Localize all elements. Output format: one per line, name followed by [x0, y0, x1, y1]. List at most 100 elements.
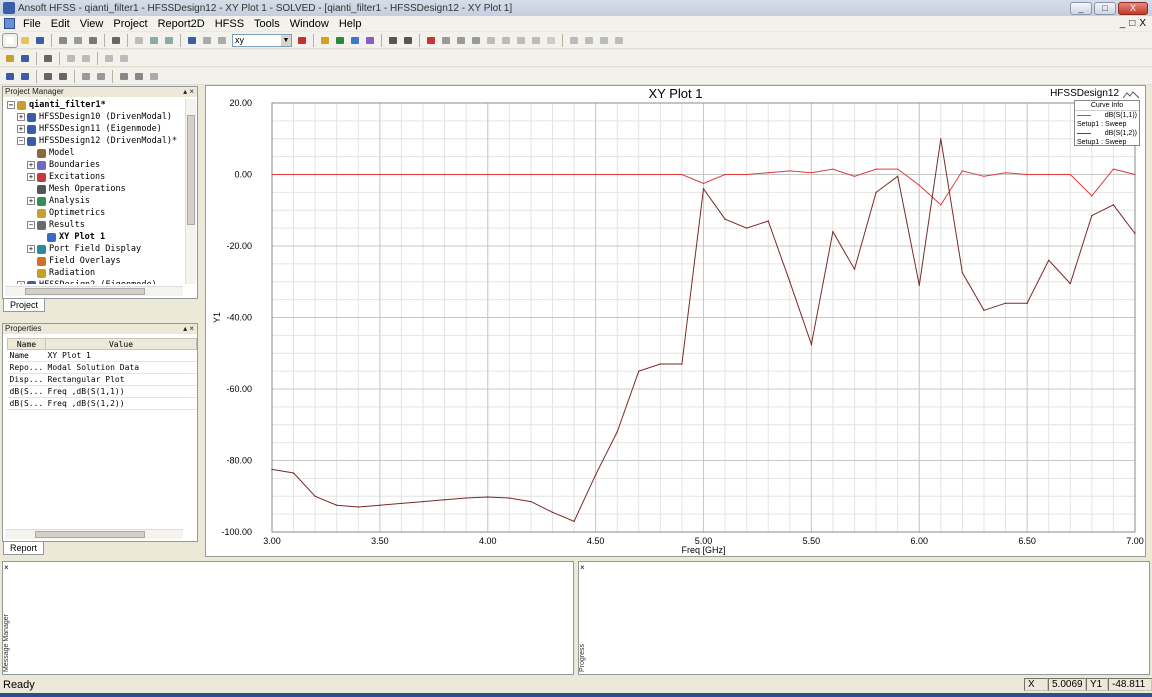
data-point[interactable]	[918, 184, 921, 187]
marker-icon[interactable]	[424, 34, 438, 47]
menu-window[interactable]: Window	[286, 18, 335, 30]
units-icon[interactable]	[295, 34, 309, 47]
property-row[interactable]: dB(S... Freq ,dB(S(1,1))	[7, 385, 197, 398]
tree-item[interactable]: Mesh Operations	[7, 183, 183, 195]
menu-edit[interactable]: Edit	[47, 18, 76, 30]
results-icon[interactable]	[348, 34, 362, 47]
model-view4-icon[interactable]	[117, 52, 131, 65]
data-point[interactable]	[681, 173, 683, 176]
new-icon[interactable]	[2, 32, 18, 48]
save-icon[interactable]	[33, 34, 47, 47]
report2-icon[interactable]	[401, 34, 415, 47]
data-point[interactable]	[1047, 259, 1050, 262]
data-point[interactable]	[465, 497, 467, 499]
xy-plot-window[interactable]: 3.00 3.50 4.00 4.50 5.00 5.50 6.00 6.50 7.00 20.0…	[205, 85, 1146, 557]
data-point[interactable]	[875, 168, 877, 170]
data-point[interactable]	[659, 363, 662, 365]
data-point[interactable]	[702, 188, 705, 190]
model-view3-icon[interactable]	[102, 52, 116, 65]
data-point[interactable]	[745, 227, 748, 229]
tree-item[interactable]: − Results	[7, 219, 183, 231]
close-icon[interactable]: ×	[580, 563, 585, 572]
expand-icon[interactable]: +	[27, 161, 35, 169]
model-view2-icon[interactable]	[79, 52, 93, 65]
field-icon[interactable]	[363, 34, 377, 47]
data-point[interactable]	[832, 230, 834, 233]
tree-item[interactable]: Model	[7, 147, 183, 159]
trace4-icon[interactable]	[484, 34, 498, 47]
expand-icon[interactable]: +	[17, 281, 25, 284]
copy-icon[interactable]	[71, 34, 85, 47]
data-point[interactable]	[551, 511, 554, 514]
data-point[interactable]	[486, 496, 489, 498]
collapse-icon[interactable]: −	[27, 221, 35, 229]
tree-item[interactable]: − qianti_filter1*	[7, 99, 183, 111]
data-point[interactable]	[1091, 214, 1093, 217]
chevron-down-icon[interactable]: ▼	[281, 34, 291, 46]
data-point[interactable]	[810, 171, 813, 174]
collapse-icon[interactable]: −	[7, 101, 15, 109]
menu-report2d[interactable]: Report2D	[154, 18, 211, 30]
wizard-icon[interactable]	[3, 52, 17, 65]
cut-icon[interactable]	[56, 34, 70, 47]
data-point[interactable]	[292, 472, 295, 474]
undo-icon[interactable]	[147, 34, 161, 47]
tree-item[interactable]: + Port Field Display	[7, 243, 183, 255]
data-point[interactable]	[767, 220, 770, 222]
menu-hfss[interactable]: HFSS	[211, 18, 250, 30]
data-point[interactable]	[983, 309, 985, 312]
property-row[interactable]: dB(S... Freq ,dB(S(1,2))	[7, 397, 197, 410]
prev-icon[interactable]	[582, 34, 596, 47]
data-point[interactable]	[853, 268, 856, 271]
data-point[interactable]	[1026, 302, 1028, 304]
property-value[interactable]: Rectangular Plot	[45, 373, 197, 386]
close-icon[interactable]: ×	[4, 563, 9, 572]
menu-project[interactable]: Project	[109, 18, 153, 30]
data-point[interactable]	[832, 168, 834, 170]
doc-restore-button[interactable]: □	[1129, 18, 1135, 29]
tree-item[interactable]: − HFSSDesign12 (DrivenModal)*	[7, 135, 183, 147]
data-point[interactable]	[271, 468, 273, 471]
expand-icon[interactable]: +	[17, 125, 25, 133]
fit-selected-icon[interactable]	[94, 70, 108, 83]
tree-item[interactable]: Optimetrics	[7, 207, 183, 219]
selection-mode-combo[interactable]: xy ▼	[232, 33, 292, 47]
data-point[interactable]	[940, 204, 942, 206]
help-icon[interactable]	[18, 52, 32, 65]
data-point[interactable]	[702, 182, 705, 185]
data-point[interactable]	[681, 363, 683, 365]
data-point[interactable]	[573, 520, 575, 523]
column-header-value[interactable]: Value	[45, 338, 197, 350]
select-icon[interactable]	[185, 34, 199, 47]
data-point[interactable]	[616, 431, 618, 433]
zoom-out-icon[interactable]	[132, 70, 146, 83]
collapse-icon[interactable]: −	[17, 137, 25, 145]
property-value[interactable]: Freq ,dB(S(1,1))	[45, 385, 197, 398]
trace6-icon[interactable]	[514, 34, 528, 47]
data-point[interactable]	[530, 500, 532, 503]
trace7-icon[interactable]	[529, 34, 543, 47]
data-point[interactable]	[1069, 282, 1072, 285]
tree-item[interactable]: + Excitations	[7, 171, 183, 183]
menu-tools[interactable]: Tools	[250, 18, 286, 30]
expand-icon[interactable]: +	[17, 113, 25, 121]
data-point[interactable]	[767, 171, 770, 174]
property-value[interactable]: XY Plot 1	[45, 349, 197, 362]
panel-controls[interactable]: ▴ ×	[183, 324, 194, 334]
data-point[interactable]	[443, 499, 446, 501]
property-row[interactable]: Disp... Rectangular Plot	[7, 373, 197, 386]
data-point[interactable]	[1026, 173, 1028, 176]
data-point[interactable]	[810, 343, 813, 346]
maximize-button[interactable]: □	[1094, 1, 1116, 15]
legend-entry[interactable]: dB(S(1,1)) Setup1 : Sweep	[1075, 111, 1139, 129]
data-point[interactable]	[1134, 173, 1136, 176]
data-point[interactable]	[271, 173, 273, 176]
tab-report[interactable]: Report	[3, 542, 45, 555]
tree-item[interactable]: XY Plot 1	[7, 231, 183, 243]
data-point[interactable]	[1004, 302, 1007, 304]
tree-item[interactable]: + HFSSDesign10 (DrivenModal)	[7, 111, 183, 123]
data-point[interactable]	[314, 495, 316, 498]
next-icon[interactable]	[597, 34, 611, 47]
data-point[interactable]	[724, 173, 726, 176]
project-tree-hscroll[interactable]	[5, 286, 183, 296]
